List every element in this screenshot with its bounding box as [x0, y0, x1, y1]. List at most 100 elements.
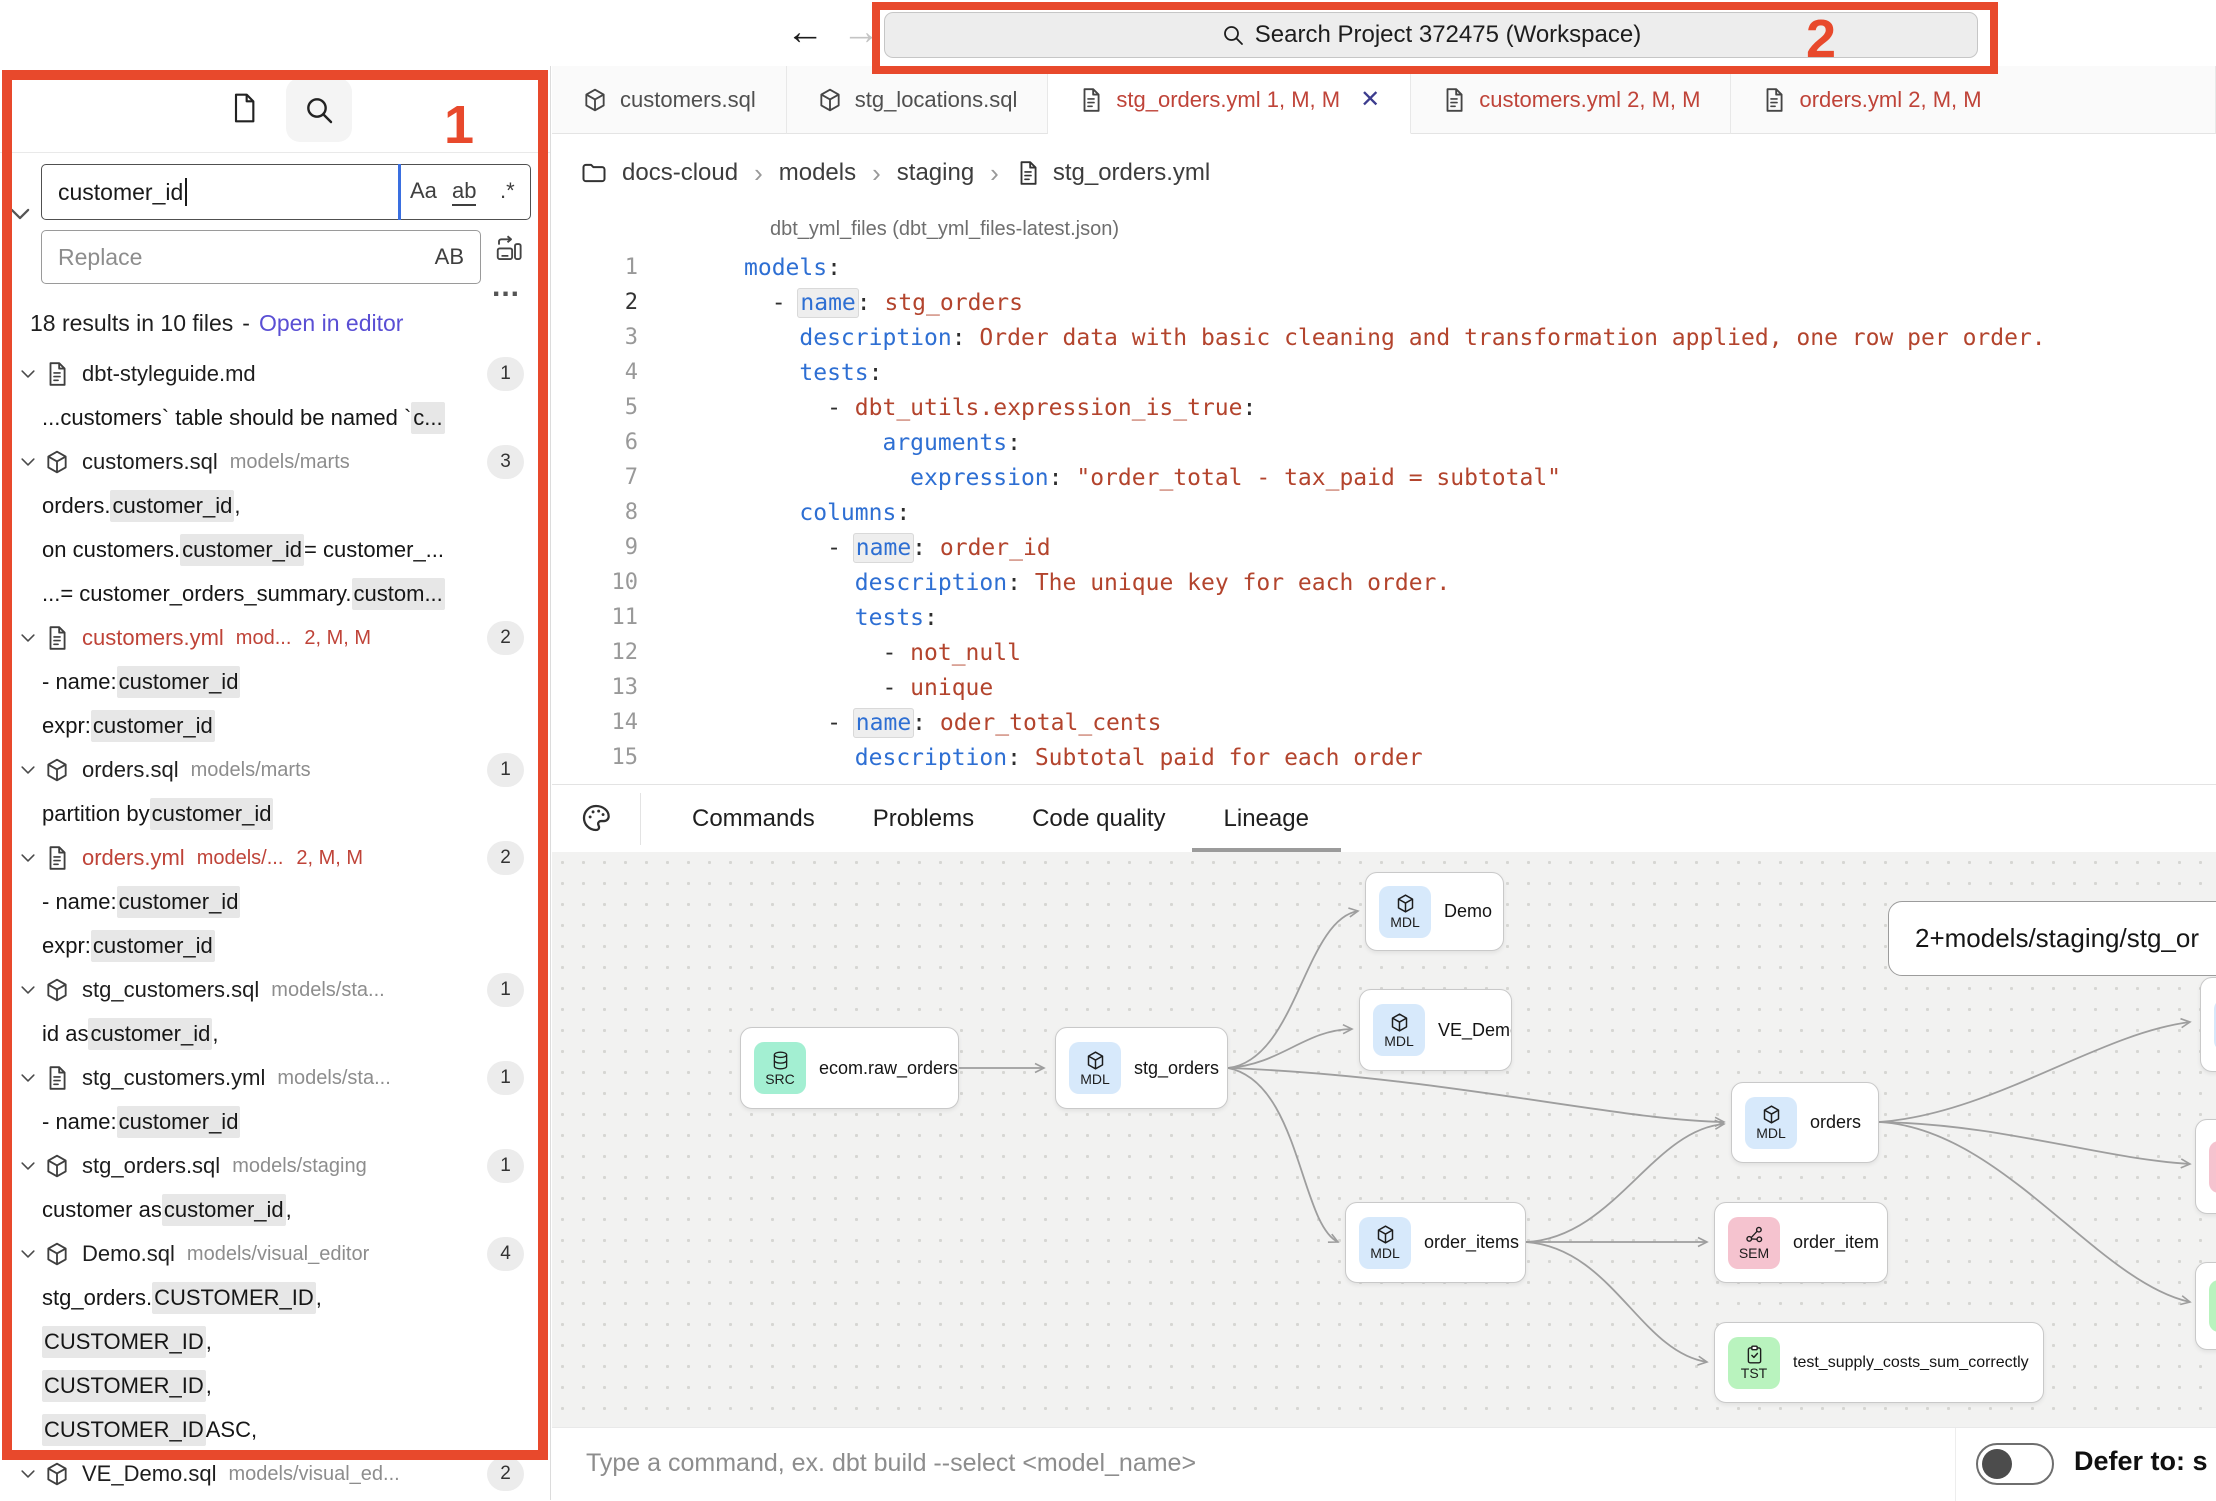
panel-tab-Commands[interactable]: Commands — [692, 785, 815, 853]
chevron-down-icon[interactable] — [18, 452, 38, 472]
lineage-node-test_supply_costs_sum_correctly[interactable]: TSTtest_supply_costs_sum_correctly — [1714, 1322, 2044, 1403]
editor-tab-customers.yml[interactable]: customers.yml 2, M, M — [1411, 66, 1731, 134]
search-match-row[interactable]: expr: customer_id — [0, 924, 550, 968]
lineage-node-stg_orders[interactable]: MDLstg_orders — [1055, 1027, 1228, 1109]
search-match-row[interactable]: id as customer_id, — [0, 1012, 550, 1056]
breadcrumb-item[interactable]: docs-cloud — [622, 159, 738, 187]
code-line[interactable]: 11 tests: — [552, 600, 2216, 635]
search-match-row[interactable]: partition by customer_id — [0, 792, 550, 836]
search-result-file[interactable]: dbt-styleguide.md1 — [0, 352, 550, 396]
editor-tab-stg_locations.sql[interactable]: stg_locations.sql — [787, 66, 1049, 134]
panel-tab-Problems[interactable]: Problems — [873, 785, 974, 853]
search-match-row[interactable]: customer as customer_id, — [0, 1188, 550, 1232]
code-line[interactable]: 14 - name: oder_total_cents — [552, 705, 2216, 740]
search-match-row[interactable]: CUSTOMER_ID, — [0, 1320, 550, 1364]
search-match-row[interactable]: stg_orders.CUSTOMER_ID, — [0, 1276, 550, 1320]
command-input[interactable]: Type a command, ex. dbt build --select <… — [586, 1449, 1196, 1478]
search-match-row[interactable]: expr: customer_id — [0, 704, 550, 748]
panel-tab-Lineage[interactable]: Lineage — [1224, 785, 1309, 853]
code-line[interactable]: 6 arguments: — [552, 425, 2216, 460]
lineage-node-ecom.raw_orders[interactable]: SRCecom.raw_orders — [740, 1027, 959, 1109]
breadcrumb-item[interactable]: models — [779, 159, 856, 187]
search-result-file[interactable]: stg_orders.sqlmodels/staging1 — [0, 1144, 550, 1188]
chevron-down-icon[interactable] — [18, 760, 38, 780]
chevron-down-icon[interactable] — [18, 1244, 38, 1264]
palette-icon[interactable] — [580, 802, 612, 834]
lineage-node-order_item[interactable]: SEMorder_item — [1714, 1202, 1888, 1283]
panel-tab-Code quality[interactable]: Code quality — [1032, 785, 1165, 853]
editor-tab-stg_orders.yml[interactable]: stg_orders.yml 1, M, M✕ — [1048, 66, 1411, 134]
code-editor[interactable]: 1models:2 - name: stg_orders3 descriptio… — [552, 250, 2216, 784]
whole-word-button[interactable]: ab — [452, 178, 476, 206]
code-line[interactable]: 13 - unique — [552, 670, 2216, 705]
chevron-down-icon[interactable] — [18, 628, 38, 648]
search-result-file[interactable]: VE_Demo.sqlmodels/visual_ed...2 — [0, 1452, 550, 1496]
search-result-file[interactable]: orders.ymlmodels/...2, M, M2 — [0, 836, 550, 880]
code-line[interactable]: 3 description: Order data with basic cle… — [552, 320, 2216, 355]
lineage-node-partial[interactable]: SEM — [2195, 1119, 2216, 1214]
lineage-node-partial[interactable]: MDL — [2200, 977, 2216, 1072]
search-match-row[interactable]: - name: customer_id — [0, 880, 550, 924]
more-actions-button[interactable]: ... — [492, 270, 520, 304]
code-line[interactable]: 10 description: The unique key for each … — [552, 565, 2216, 600]
chevron-down-icon[interactable] — [18, 980, 38, 1000]
search-input[interactable]: customer_id Aa ab .* — [41, 164, 531, 220]
toggle-replace-chevron[interactable] — [6, 200, 34, 228]
lineage-node-orders[interactable]: MDLorders — [1731, 1082, 1879, 1163]
search-match-row[interactable]: - name: customer_id — [0, 1100, 550, 1144]
project-search-button[interactable]: Search Project 372475 (Workspace) — [884, 12, 1978, 58]
close-icon[interactable]: ✕ — [1360, 85, 1380, 114]
chevron-down-icon[interactable] — [18, 1464, 38, 1484]
editor-tab-orders.yml[interactable]: orders.yml 2, M, M — [1731, 66, 2216, 134]
search-tool-button[interactable] — [286, 78, 352, 142]
search-match-row[interactable]: on customers.customer_id = customer_... — [0, 528, 550, 572]
lineage-node-partial[interactable]: TST — [2195, 1262, 2216, 1350]
preserve-case-button[interactable]: AB — [435, 244, 464, 270]
search-match-row[interactable]: CUSTOMER_ID ASC, — [0, 1408, 550, 1452]
code-line[interactable]: 9 - name: order_id — [552, 530, 2216, 565]
lineage-node-order_items[interactable]: MDLorder_items — [1345, 1202, 1526, 1283]
defer-toggle[interactable] — [1976, 1443, 2054, 1485]
chevron-down-icon[interactable] — [18, 848, 38, 868]
lineage-node-VE_Demo[interactable]: MDLVE_Demo — [1359, 989, 1512, 1071]
chevron-down-icon[interactable] — [18, 364, 38, 384]
open-in-editor-link[interactable]: Open in editor — [259, 310, 403, 337]
search-result-file[interactable]: Demo.sqlmodels/visual_editor4 — [0, 1232, 550, 1276]
regex-button[interactable]: .* — [500, 178, 515, 204]
replace-all-button[interactable] — [494, 234, 524, 264]
search-match-row[interactable]: - name: customer_id — [0, 660, 550, 704]
code-line[interactable]: 8 columns: — [552, 495, 2216, 530]
search-result-file[interactable]: stg_customers.sqlmodels/sta...1 — [0, 968, 550, 1012]
search-match-row[interactable]: CUSTOMER_ID, — [0, 1364, 550, 1408]
code-line[interactable]: 5 - dbt_utils.expression_is_true: — [552, 390, 2216, 425]
editor-tab-customers.sql[interactable]: customers.sql — [552, 66, 787, 134]
replace-input[interactable]: Replace AB — [41, 230, 481, 284]
line-number: 8 — [552, 500, 638, 525]
breadcrumb-item[interactable]: staging — [897, 159, 974, 187]
breadcrumb-file[interactable]: stg_orders.yml — [1053, 159, 1210, 187]
chevron-down-icon[interactable] — [18, 1068, 38, 1088]
forward-button[interactable]: → — [842, 8, 880, 56]
node-label: order_items — [1424, 1232, 1519, 1253]
code-line[interactable]: 12 - not_null — [552, 635, 2216, 670]
search-result-file[interactable]: customers.ymlmod...2, M, M2 — [0, 616, 550, 660]
search-match-row[interactable]: ...= customer_orders_summary.custom... — [0, 572, 550, 616]
search-result-file[interactable]: stg_customers.ymlmodels/sta...1 — [0, 1056, 550, 1100]
code-line[interactable]: 2 - name: stg_orders — [552, 285, 2216, 320]
code-line[interactable]: 4 tests: — [552, 355, 2216, 390]
chevron-down-icon[interactable] — [18, 1156, 38, 1176]
cube-icon — [44, 977, 70, 1003]
back-button[interactable]: ← — [786, 8, 824, 56]
match-case-button[interactable]: Aa — [410, 178, 437, 204]
code-line[interactable]: 1models: — [552, 250, 2216, 285]
lineage-node-Demo[interactable]: MDLDemo — [1365, 872, 1504, 951]
new-file-icon[interactable] — [228, 92, 260, 124]
search-match-row[interactable]: ...customers` table should be named `c..… — [0, 396, 550, 440]
file-git-status: 2, M, M — [304, 627, 371, 650]
search-result-file[interactable]: customers.sqlmodels/marts3 — [0, 440, 550, 484]
code-line[interactable]: 7 expression: "order_total - tax_paid = … — [552, 460, 2216, 495]
search-result-file[interactable]: orders.sqlmodels/marts1 — [0, 748, 550, 792]
lineage-canvas[interactable]: SRCecom.raw_orders MDLstg_orders MDLDemo MD… — [552, 852, 2216, 1427]
search-match-row[interactable]: orders.customer_id, — [0, 484, 550, 528]
code-line[interactable]: 15 description: Subtotal paid for each o… — [552, 740, 2216, 775]
